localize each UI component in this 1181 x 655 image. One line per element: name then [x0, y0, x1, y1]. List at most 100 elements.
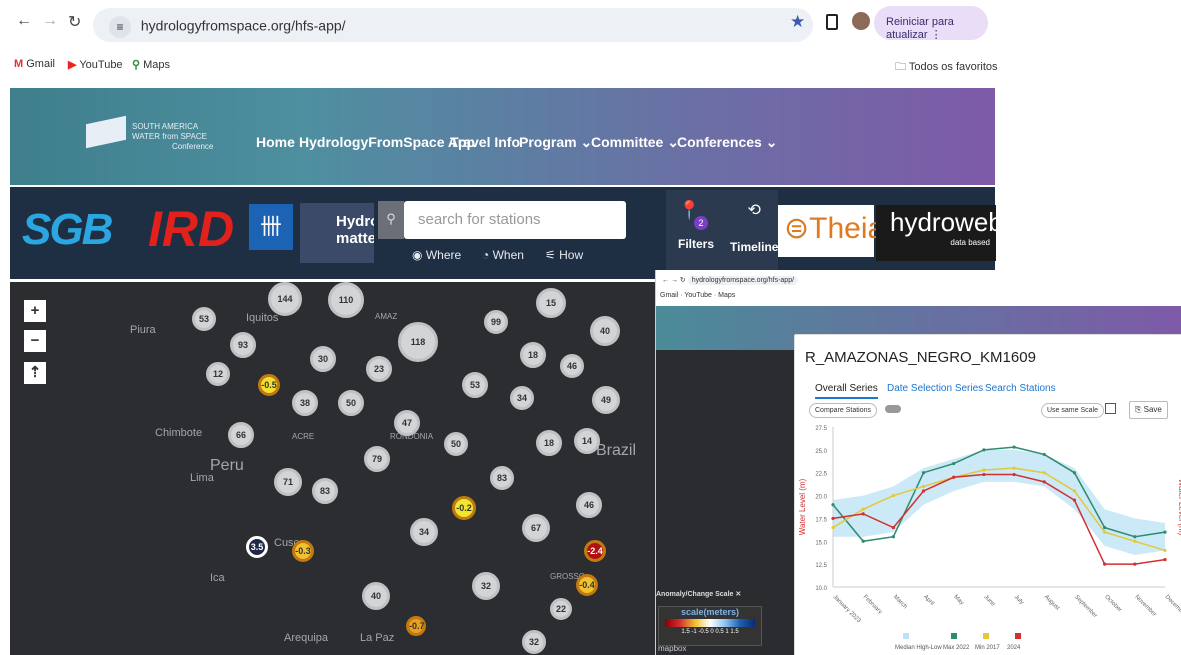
station-cluster[interactable]: 67 — [522, 514, 550, 542]
nav-conferences[interactable]: Conferences ⌄ — [677, 134, 777, 151]
where-link[interactable]: ◉ Where — [412, 248, 461, 262]
avatar[interactable] — [852, 12, 870, 30]
station-cluster[interactable]: 66 — [228, 422, 254, 448]
station-cluster[interactable]: -0.4 — [576, 574, 598, 596]
station-cluster[interactable]: 79 — [364, 446, 390, 472]
station-cluster[interactable]: 15 — [536, 288, 566, 318]
logo-line-2: WATER from SPACE — [132, 132, 207, 141]
forward-icon[interactable]: → — [42, 12, 58, 30]
station-cluster[interactable]: 110 — [328, 282, 364, 318]
inset-browser-bar: ← → ↻ hydrologyfromspace.org/hfs-app/ — [656, 270, 1181, 292]
station-cluster[interactable]: 40 — [362, 582, 390, 610]
station-cluster[interactable]: 93 — [230, 332, 256, 358]
bookmark-maps[interactable]: ⚲ Maps — [132, 58, 170, 71]
x-tick-label: September — [1073, 594, 1098, 619]
nav-travel-info[interactable]: Travel Info — [450, 134, 520, 150]
station-cluster[interactable]: 18 — [520, 342, 546, 368]
station-cluster[interactable]: 22 — [550, 598, 572, 620]
same-scale-checkbox[interactable] — [1105, 403, 1116, 414]
compare-stations-button[interactable]: Compare Stations — [809, 403, 878, 418]
scale-bar — [665, 619, 755, 627]
data-point — [1163, 530, 1167, 534]
station-cluster[interactable]: 83 — [490, 466, 514, 490]
nav-program[interactable]: Program ⌄ — [519, 134, 592, 151]
station-cluster[interactable]: 32 — [522, 630, 546, 654]
compass-button[interactable]: ⇡ — [24, 362, 46, 384]
filters-button[interactable]: 📍 2 Filters — [678, 200, 714, 251]
nav-committee[interactable]: Committee ⌄ — [591, 134, 679, 151]
station-cluster[interactable]: 46 — [560, 354, 584, 378]
zoom-in-button[interactable]: + — [24, 300, 46, 322]
station-cluster[interactable]: 49 — [592, 386, 620, 414]
station-cluster[interactable]: 50 — [338, 390, 364, 416]
tab-overall-series[interactable]: Overall Series — [815, 383, 878, 399]
site-settings-icon[interactable]: ≡ — [109, 16, 131, 38]
station-cluster[interactable]: 32 — [472, 572, 500, 600]
place-label: ACRE — [292, 432, 315, 441]
back-icon[interactable]: ← — [16, 12, 32, 30]
bookmark-star-icon[interactable]: ★ — [790, 12, 805, 32]
zoom-out-button[interactable]: − — [24, 330, 46, 352]
data-point — [982, 468, 986, 472]
update-button[interactable]: Reiniciar para atualizar ⋮ — [874, 6, 988, 41]
station-search-input[interactable]: search for stations — [404, 201, 626, 239]
tab-search-stations[interactable]: Search Stations — [985, 383, 1056, 394]
station-cluster[interactable]: 83 — [312, 478, 338, 504]
station-cluster[interactable]: -0.2 — [452, 496, 476, 520]
timeline-label: Timeline — [730, 240, 779, 254]
station-cluster[interactable]: 14 — [574, 428, 600, 454]
station-cluster[interactable]: 18 — [536, 430, 562, 456]
station-cluster[interactable]: 30 — [310, 346, 336, 372]
use-same-scale-button[interactable]: Use same Scale — [1041, 403, 1104, 418]
station-cluster[interactable]: 47 — [394, 410, 420, 436]
data-point — [952, 461, 956, 466]
station-cluster[interactable]: 144 — [268, 282, 302, 316]
when-link[interactable]: ◔ When — [482, 248, 524, 262]
station-cluster[interactable]: 23 — [366, 356, 392, 382]
compare-toggle[interactable] — [885, 405, 901, 413]
legend-label: Min 2017 — [975, 645, 1000, 651]
station-map[interactable]: + − ⇡ Piura Iquitos Chimbote Peru Lima C… — [10, 282, 655, 655]
station-cluster[interactable]: -2.4 — [584, 540, 606, 562]
scale-ticks: 1.5 -1 -0.5 0 0.5 1 1.5 — [681, 629, 739, 635]
reload-icon[interactable]: ↻ — [68, 12, 81, 32]
station-cluster[interactable]: -0.5 — [258, 374, 280, 396]
station-cluster[interactable]: 34 — [510, 386, 534, 410]
tab-date-selection[interactable]: Date Selection Series — [887, 383, 983, 394]
save-button[interactable]: ⎘ Save — [1129, 401, 1168, 419]
station-cluster[interactable]: 38 — [292, 390, 318, 416]
inset-url[interactable]: hydrologyfromspace.org/hfs-app/ — [687, 276, 799, 285]
station-cluster[interactable]: 12 — [206, 362, 230, 386]
place-label: Iquitos — [246, 312, 279, 324]
station-cluster[interactable]: -0.7 — [406, 616, 426, 636]
mapbox-logo: mapbox — [658, 644, 687, 653]
station-cluster[interactable]: -0.3 — [292, 540, 314, 562]
search-icon[interactable]: ⚲ — [378, 201, 404, 239]
station-cluster[interactable]: 99 — [484, 310, 508, 334]
station-cluster[interactable]: 50 — [444, 432, 468, 456]
station-cluster[interactable]: 53 — [462, 372, 488, 398]
nav-home[interactable]: Home — [256, 134, 295, 150]
station-cluster[interactable]: 34 — [410, 518, 438, 546]
station-cluster[interactable]: 46 — [576, 492, 602, 518]
station-cluster[interactable]: 71 — [274, 468, 302, 496]
station-cluster[interactable]: 118 — [398, 322, 438, 362]
station-cluster[interactable]: 3.5 — [246, 536, 268, 558]
inset-map[interactable]: Anomaly/Change Scale ✕ scale(meters) 1.5… — [656, 350, 794, 655]
timeline-button[interactable]: ⟲ Timeline — [730, 200, 778, 254]
bookmark-youtube[interactable]: ▶ YouTube — [68, 58, 123, 71]
data-point — [861, 539, 865, 543]
data-point — [1012, 466, 1016, 470]
station-cluster[interactable]: 53 — [192, 307, 216, 331]
address-bar[interactable]: ≡ hydrologyfromspace.org/hfs-app/ — [93, 8, 813, 42]
nav-hfs-app[interactable]: HydrologyFromSpace App — [299, 134, 475, 150]
how-link[interactable]: ⚟ How — [545, 248, 583, 262]
bookmark-gmail[interactable]: M Gmail — [14, 58, 55, 70]
conference-logo[interactable]: SOUTH AMERICA WATER from SPACE Conferenc… — [78, 115, 218, 174]
hydromatters-logo: Hydro matters — [300, 203, 374, 263]
y-tick-label: 27.5 — [815, 426, 827, 432]
legend-swatch — [983, 633, 989, 639]
station-cluster[interactable]: 40 — [590, 316, 620, 346]
all-bookmarks-folder[interactable]: 🗀 Todos os favoritos — [895, 58, 998, 77]
reading-mode-icon[interactable] — [826, 14, 838, 30]
